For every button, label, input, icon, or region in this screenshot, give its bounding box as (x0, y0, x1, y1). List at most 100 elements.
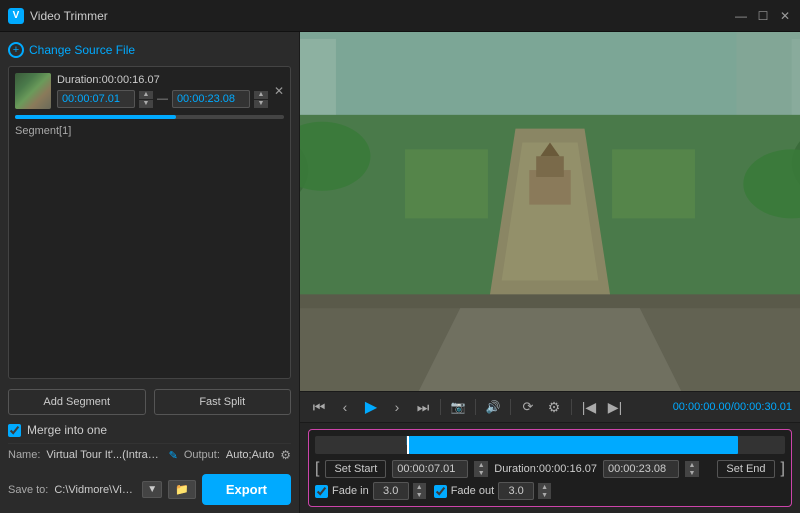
plus-icon: + (8, 42, 24, 58)
prev-marker-button[interactable]: |◀ (578, 396, 600, 418)
trim-start-up[interactable]: ▲ (474, 461, 488, 469)
bottom-controls: Add Segment Fast Split Merge into one (8, 385, 291, 437)
fade-in-label: Fade in (332, 485, 369, 497)
next-marker-button[interactable]: ▶| (604, 396, 626, 418)
minimize-button[interactable]: — (734, 9, 748, 23)
start-time-down[interactable]: ▼ (139, 100, 153, 108)
loop-button[interactable]: ⟳ (517, 396, 539, 418)
time-separator: — (157, 93, 168, 105)
fade-out-spinner: ▲ ▼ (538, 483, 551, 499)
fade-out-checkbox[interactable] (434, 485, 447, 498)
volume-button[interactable]: 🔊 (482, 396, 504, 418)
separator-2 (475, 399, 476, 415)
fade-in-checkbox[interactable] (315, 485, 328, 498)
fade-out-down[interactable]: ▼ (538, 491, 551, 499)
trim-start-input[interactable] (392, 460, 468, 478)
main-layout: + Change Source File Duration:00:00:16.0… (0, 32, 800, 513)
trim-duration-text: Duration:00:00:16.07 (494, 463, 597, 475)
left-bracket: [ (315, 460, 319, 478)
save-row: Save to: C:\Vidmore\Vidmore Video Conver… (8, 470, 291, 505)
progress-bar (15, 115, 284, 119)
timeline-flag (407, 436, 409, 454)
fade-row: Fade in ▲ ▼ Fade out ▲ ▼ (315, 482, 785, 500)
right-panel: ⏮ ‹ ▶ › ⏭ 📷 🔊 ⟳ ⚙ |◀ ▶| 00:00:00.00/00:0… (300, 32, 800, 513)
video-preview (300, 32, 800, 391)
trim-end-input[interactable] (603, 460, 679, 478)
video-frame (300, 32, 800, 391)
merge-checkbox[interactable] (8, 424, 21, 437)
set-start-button[interactable]: Set Start (325, 460, 386, 478)
close-segment-button[interactable]: ✕ (274, 84, 284, 98)
trim-row: [ Set Start ▲ ▼ Duration:00:00:16.07 ▲ ▼… (315, 460, 785, 478)
edit-icon[interactable]: ✎ (169, 449, 178, 462)
transport-bar: ⏮ ‹ ▶ › ⏭ 📷 🔊 ⟳ ⚙ |◀ ▶| 00:00:00.00/00:0… (300, 391, 800, 422)
prev-frame-button[interactable]: ‹ (334, 396, 356, 418)
prev-segment-button[interactable]: ⏮ (308, 396, 330, 418)
save-path-dropdown[interactable]: ▼ (142, 481, 162, 498)
fade-in-item: Fade in ▲ ▼ (315, 482, 426, 500)
output-label: Output: (184, 449, 220, 461)
fade-out-item: Fade out ▲ ▼ (434, 482, 551, 500)
name-label: Name: (8, 449, 40, 461)
end-time-input[interactable] (172, 90, 250, 108)
add-segment-button[interactable]: Add Segment (8, 389, 146, 415)
save-path-value: C:\Vidmore\Vidmore Video Converter\Trimm… (54, 484, 136, 496)
start-time-input[interactable] (57, 90, 135, 108)
trim-end-up[interactable]: ▲ (685, 461, 699, 469)
timeline-area: ⚑ [ Set Start ▲ ▼ Duration:00:00:16.07 (300, 422, 800, 513)
trim-start-spinner: ▲ ▼ (474, 461, 488, 477)
app-title: Video Trimmer (30, 9, 728, 23)
end-time-up[interactable]: ▲ (254, 91, 268, 99)
save-folder-button[interactable]: 📁 (168, 480, 196, 499)
segment-thumbnail (15, 73, 51, 109)
separator-4 (571, 399, 572, 415)
segment-container: Duration:00:00:16.07 ▲ ▼ — ▲ ▼ (8, 66, 291, 379)
end-time-down[interactable]: ▼ (254, 100, 268, 108)
next-frame-button[interactable]: › (386, 396, 408, 418)
left-panel: + Change Source File Duration:00:00:16.0… (0, 32, 300, 513)
segment-header: Duration:00:00:16.07 ▲ ▼ — ▲ ▼ (15, 73, 284, 109)
action-buttons: Add Segment Fast Split (8, 389, 291, 415)
start-time-up[interactable]: ▲ (139, 91, 153, 99)
app-icon: V (8, 8, 24, 24)
change-source-button[interactable]: + Change Source File (8, 40, 291, 60)
trim-end-spinner: ▲ ▼ (685, 461, 699, 477)
set-end-button[interactable]: Set End (717, 460, 774, 478)
save-to-label: Save to: (8, 484, 48, 496)
segment-label: Segment[1] (15, 125, 71, 137)
fade-in-input[interactable] (373, 482, 409, 500)
timeline-track[interactable]: ⚑ (315, 436, 785, 454)
snapshot-button[interactable]: 📷 (447, 396, 469, 418)
timecode-display: 00:00:00.00/00:00:30.01 (673, 401, 792, 413)
maximize-button[interactable]: ☐ (756, 9, 770, 23)
right-bracket: ] (781, 460, 785, 478)
name-row: Name: Virtual Tour It'...(Intramuros).mp… (8, 443, 291, 466)
trim-controls: ⚑ [ Set Start ▲ ▼ Duration:00:00:16.07 (308, 429, 792, 507)
close-button[interactable]: ✕ (778, 9, 792, 23)
export-button[interactable]: Export (202, 474, 291, 505)
trim-start-down[interactable]: ▼ (474, 469, 488, 477)
window-controls: — ☐ ✕ (734, 9, 792, 23)
next-segment-button[interactable]: ⏭ (412, 396, 434, 418)
gear-icon[interactable]: ⚙ (280, 448, 291, 462)
timeline-fill (409, 436, 738, 454)
separator-3 (510, 399, 511, 415)
fade-out-up[interactable]: ▲ (538, 483, 551, 491)
file-name-value: Virtual Tour It'...(Intramuros).mp4 (46, 449, 162, 461)
fade-out-input[interactable] (498, 482, 534, 500)
end-time-spinner: ▲ ▼ (254, 91, 268, 108)
fast-split-button[interactable]: Fast Split (154, 389, 292, 415)
progress-fill (15, 115, 176, 119)
play-button[interactable]: ▶ (360, 396, 382, 418)
settings-button[interactable]: ⚙ (543, 396, 565, 418)
merge-label: Merge into one (27, 423, 107, 437)
title-bar: V Video Trimmer — ☐ ✕ (0, 0, 800, 32)
time-inputs: ▲ ▼ — ▲ ▼ (57, 90, 268, 108)
segment-info: Duration:00:00:16.07 ▲ ▼ — ▲ ▼ (57, 74, 268, 108)
trim-end-down[interactable]: ▼ (685, 469, 699, 477)
fade-in-down[interactable]: ▼ (413, 491, 426, 499)
separator-1 (440, 399, 441, 415)
fade-in-spinner: ▲ ▼ (413, 483, 426, 499)
fade-out-label: Fade out (451, 485, 494, 497)
fade-in-up[interactable]: ▲ (413, 483, 426, 491)
